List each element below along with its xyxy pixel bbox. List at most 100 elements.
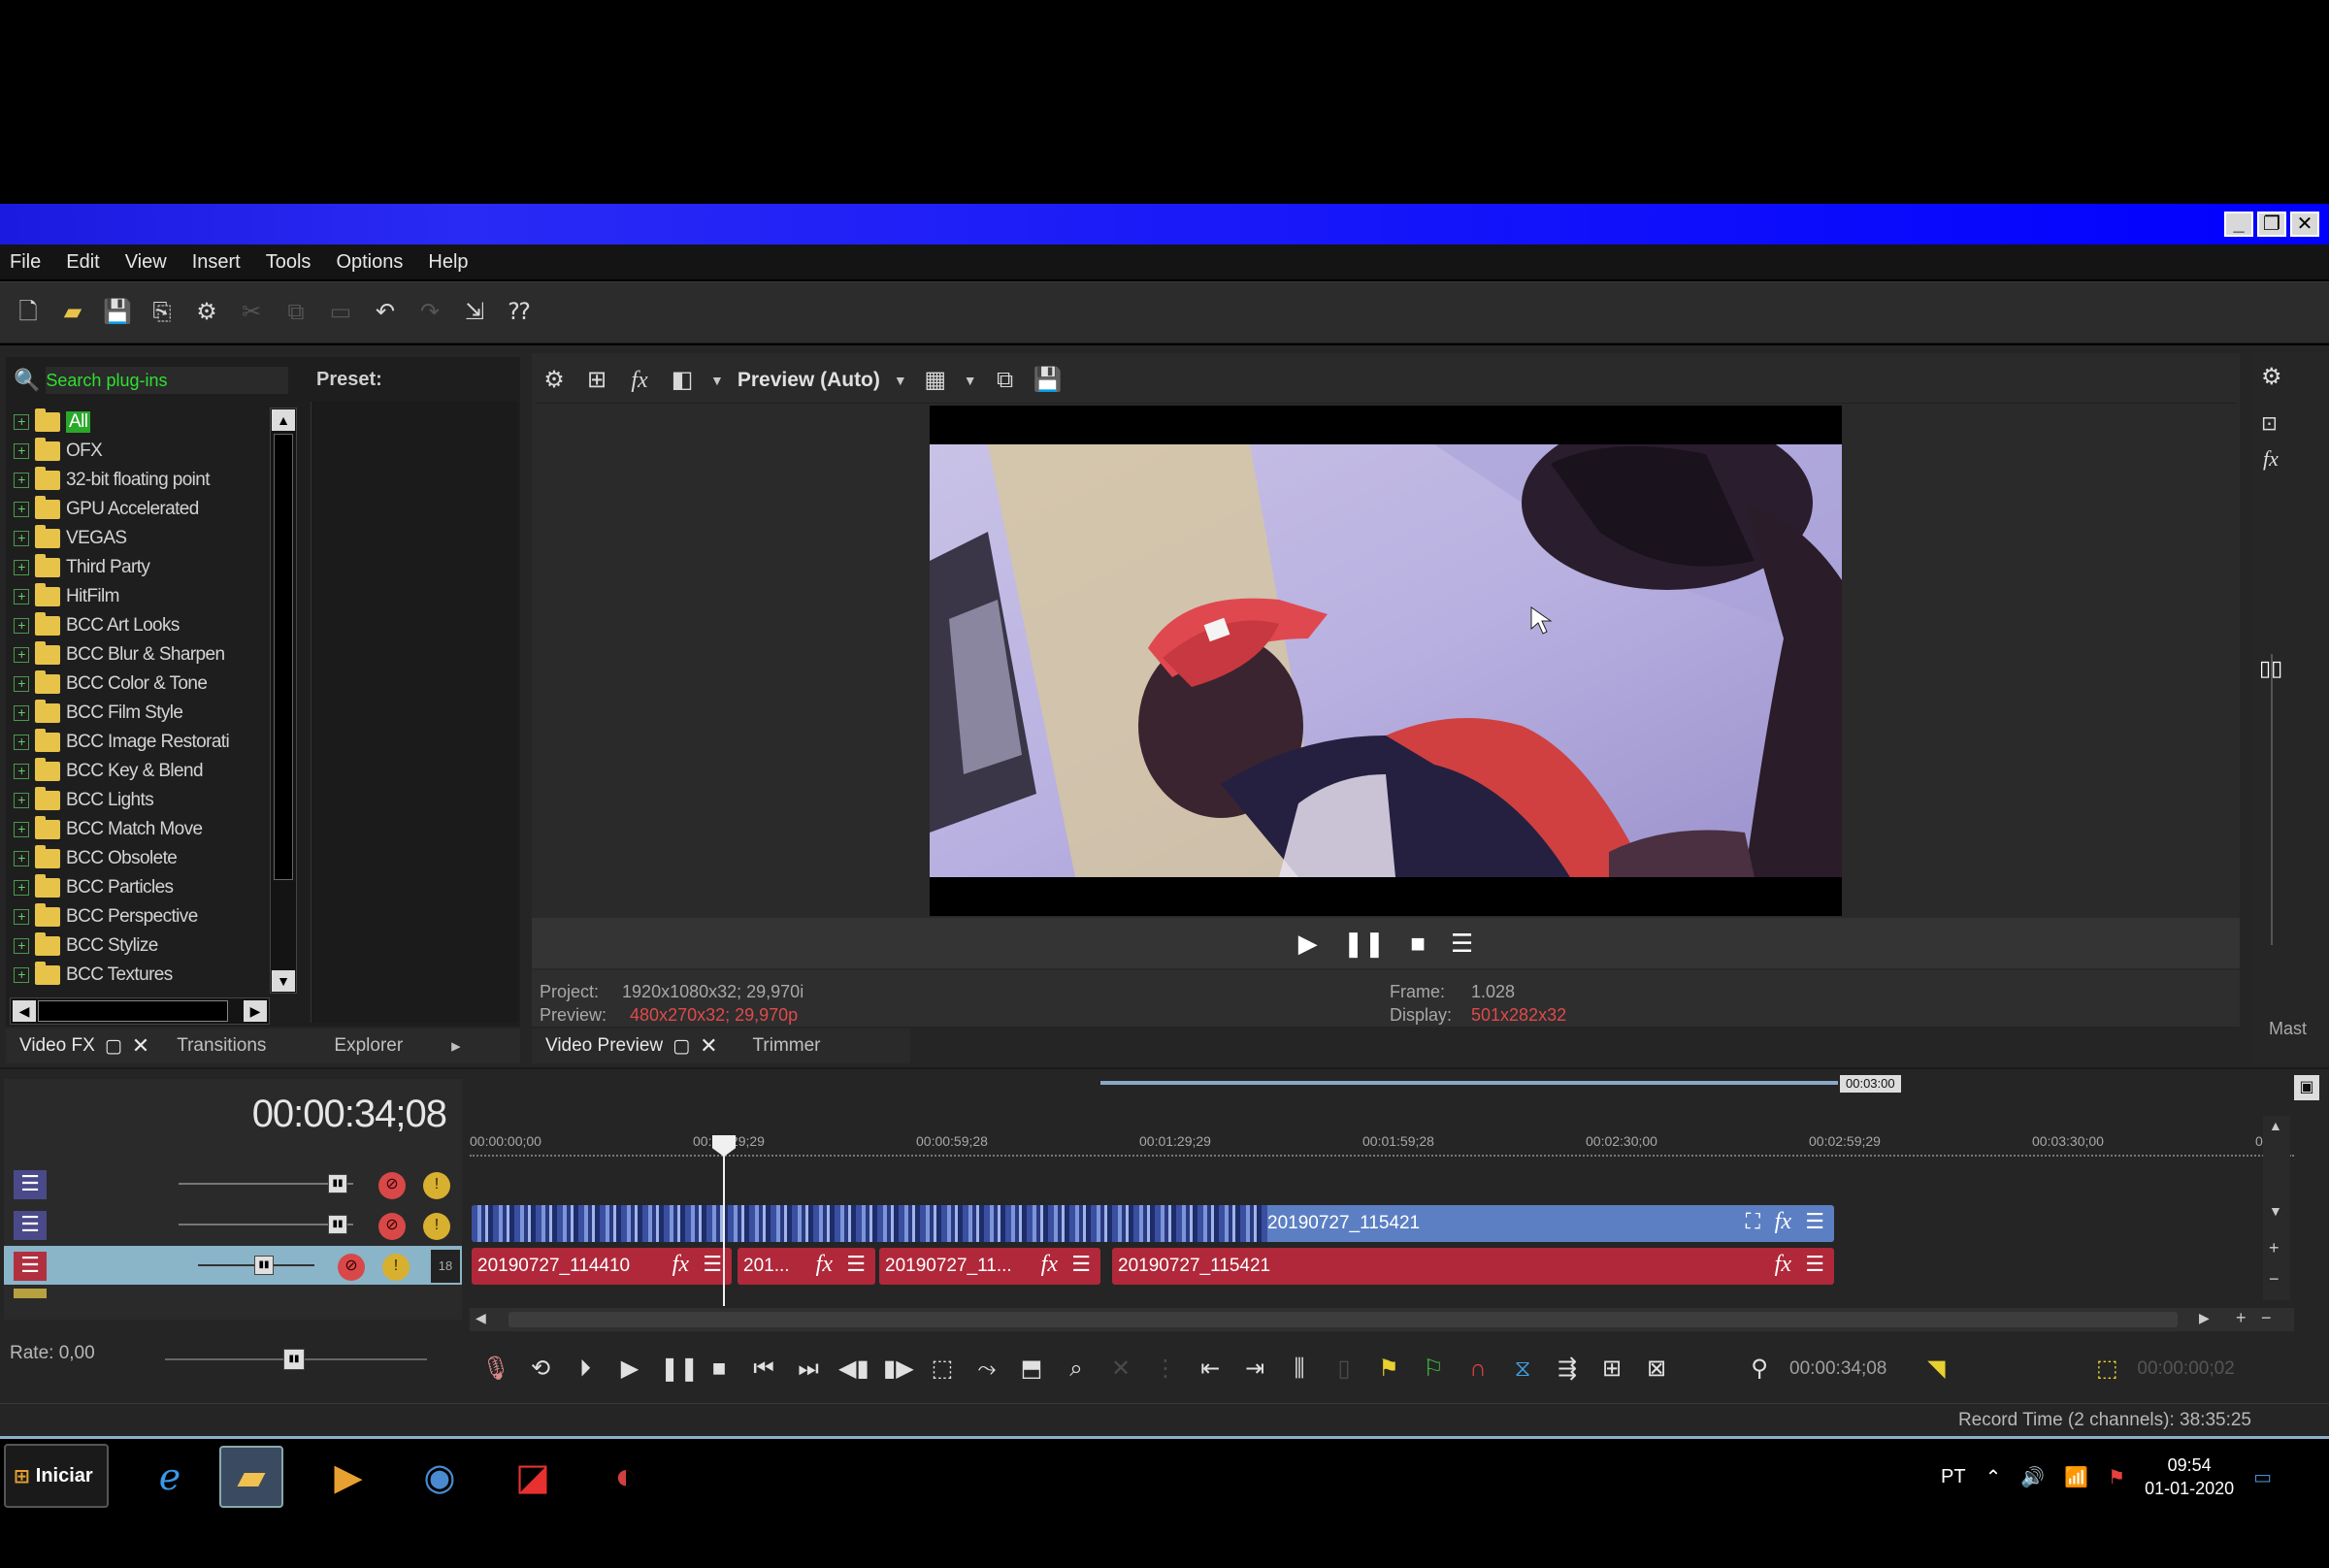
tab-trimmer[interactable]: Trimmer xyxy=(753,1035,821,1057)
plugin-folder-item[interactable]: + BCC Color & Tone xyxy=(14,670,268,699)
expand-icon[interactable]: + xyxy=(14,618,29,634)
scroll-thumb[interactable] xyxy=(274,434,293,880)
master-fx-icon[interactable]: fx xyxy=(2263,446,2279,472)
pdf-reader-icon[interactable]: ◪ xyxy=(501,1446,565,1508)
lock-icon[interactable]: ▯ xyxy=(1329,1355,1359,1384)
video-fx-icon[interactable]: fx xyxy=(625,366,654,395)
expand-icon[interactable]: + xyxy=(14,793,29,808)
go-to-end-icon[interactable]: ⏭ xyxy=(794,1355,823,1384)
pause-icon[interactable]: ❚❚ xyxy=(660,1355,699,1384)
copy-icon[interactable]: ⧉ xyxy=(281,298,311,327)
pause-icon[interactable]: ❚❚ xyxy=(1343,929,1386,959)
selection-tool-icon[interactable]: ⬒ xyxy=(1017,1355,1046,1384)
tab-video-fx[interactable]: Video FX ▢ ✕ xyxy=(19,1033,149,1059)
expand-icon[interactable]: + xyxy=(14,414,29,430)
cut-icon[interactable]: ✂ xyxy=(237,298,266,327)
language-indicator[interactable]: PT xyxy=(1941,1466,1966,1488)
volume-icon[interactable]: 🔊 xyxy=(2020,1465,2045,1489)
restore-button[interactable]: ❐ xyxy=(2257,212,2286,237)
scroll-up-icon[interactable]: ▲ xyxy=(272,409,295,431)
mute-icon[interactable]: ⊘ xyxy=(338,1254,365,1281)
time-ruler[interactable]: 00:00:00;00 00:00:29;29 00:00:59;28 00:0… xyxy=(470,1116,2294,1162)
plugin-folder-item[interactable]: + BCC Particles xyxy=(14,873,268,902)
menu-edit[interactable]: Edit xyxy=(66,251,99,274)
previous-frame-icon[interactable]: ◀▮ xyxy=(838,1355,869,1384)
audio-clip[interactable]: 201... fx ☰ xyxy=(738,1248,875,1285)
clip-fx-icon[interactable]: fx xyxy=(672,1252,689,1278)
webcam-app-icon[interactable]: ◉ xyxy=(408,1446,472,1508)
file-explorer-icon[interactable]: ▰ xyxy=(219,1446,283,1508)
menu-tools[interactable]: Tools xyxy=(266,251,312,274)
slider-knob[interactable]: ▮▮ xyxy=(328,1174,347,1193)
plugin-tree-vscroll[interactable]: ▲ ▼ xyxy=(270,408,297,994)
plugin-folder-item[interactable]: + BCC Image Restorati xyxy=(14,728,268,757)
undo-icon[interactable]: ↶ xyxy=(371,298,400,327)
redo-icon[interactable]: ↷ xyxy=(415,298,444,327)
menu-options[interactable]: Options xyxy=(336,251,403,274)
record-icon[interactable]: 🎙 xyxy=(481,1355,510,1384)
split-dropdown-icon[interactable]: ▼ xyxy=(710,373,724,388)
scroll-thumb[interactable] xyxy=(508,1312,2178,1327)
audio-clip[interactable]: 20190727_115421 fx ☰ xyxy=(1112,1248,1834,1285)
scroll-down-icon[interactable]: ▼ xyxy=(2269,1203,2282,1219)
plugin-folder-item[interactable]: + BCC Key & Blend xyxy=(14,757,268,786)
minimize-button[interactable]: _ xyxy=(2224,212,2253,237)
plugin-folder-item[interactable]: + BCC Match Move xyxy=(14,815,268,844)
plugin-folder-item[interactable]: + BCC Stylize xyxy=(14,931,268,961)
plugin-tree-hscroll[interactable]: ◀ ▶ xyxy=(10,997,270,1025)
zoom-tool-icon[interactable]: ⌕ xyxy=(1062,1355,1091,1384)
scroll-up-icon[interactable]: ▲ xyxy=(2269,1118,2282,1133)
loop-end-marker[interactable]: 00:03:00 xyxy=(1840,1075,1901,1093)
expand-icon[interactable]: + xyxy=(14,676,29,692)
expand-icon[interactable]: + xyxy=(14,647,29,663)
plugin-folder-item[interactable]: + BCC Blur & Sharpen xyxy=(14,640,268,670)
mute-icon[interactable]: ⊘ xyxy=(378,1213,406,1240)
network-icon[interactable]: 📶 xyxy=(2064,1465,2088,1489)
snapping-magnet-icon[interactable]: ∩ xyxy=(1463,1355,1493,1384)
enable-snapping-icon[interactable]: ⇲ xyxy=(460,298,489,327)
auto-crossfade-icon[interactable]: ⧖ xyxy=(1508,1355,1537,1384)
solo-icon[interactable]: ! xyxy=(382,1254,410,1281)
clip-fx-icon[interactable]: fx xyxy=(816,1252,833,1278)
plugin-folder-item[interactable]: + BCC Art Looks xyxy=(14,611,268,640)
scroll-left-icon[interactable]: ◀ xyxy=(13,1000,36,1022)
undock-icon[interactable]: ▢ xyxy=(105,1035,122,1058)
plugin-folder-item[interactable]: + VEGAS xyxy=(14,524,268,553)
expand-icon[interactable]: + xyxy=(14,764,29,779)
split-screen-icon[interactable]: ◧ xyxy=(668,366,697,395)
lock-envelopes-icon[interactable]: ⊞ xyxy=(1597,1355,1626,1384)
overlays-dropdown-icon[interactable]: ▼ xyxy=(964,373,977,388)
clip-fx-icon[interactable]: fx xyxy=(1775,1209,1791,1235)
zoom-out-icon[interactable]: − xyxy=(2261,1308,2272,1328)
expand-icon[interactable]: + xyxy=(14,531,29,546)
timeline-hscroll[interactable]: ◀ ▶ + − xyxy=(470,1308,2294,1331)
mute-icon[interactable]: ⊘ xyxy=(378,1172,406,1199)
new-file-icon[interactable]: 🗋 xyxy=(14,298,43,327)
show-desktop-icon[interactable]: ▭ xyxy=(2253,1465,2272,1489)
insert-region-icon[interactable]: ⚐ xyxy=(1419,1355,1448,1384)
expand-icon[interactable]: + xyxy=(14,822,29,837)
menu-help[interactable]: Help xyxy=(428,251,468,274)
plugin-folder-item[interactable]: + Third Party xyxy=(14,553,268,582)
clip-menu-icon[interactable]: ☰ xyxy=(846,1252,866,1277)
quality-dropdown-icon[interactable]: ▼ xyxy=(894,373,907,388)
clip-menu-icon[interactable]: ☰ xyxy=(1805,1209,1824,1234)
internet-explorer-icon[interactable]: ℯ xyxy=(138,1446,202,1508)
expand-icon[interactable]: + xyxy=(14,735,29,750)
paste-icon[interactable]: ▭ xyxy=(326,298,355,327)
menu-insert[interactable]: Insert xyxy=(192,251,241,274)
auto-ripple-icon[interactable]: ⇶ xyxy=(1553,1355,1582,1384)
expand-icon[interactable]: + xyxy=(14,880,29,896)
pan-crop-icon[interactable]: ⛶ xyxy=(1746,1209,1760,1234)
scroll-right-icon[interactable]: ▶ xyxy=(244,1000,267,1022)
next-frame-icon[interactable]: ▮▶ xyxy=(883,1355,914,1384)
loop-region-bar[interactable] xyxy=(1100,1081,1838,1085)
clip-menu-icon[interactable]: ☰ xyxy=(703,1252,722,1277)
close-icon[interactable]: ✕ xyxy=(132,1033,149,1059)
envelope-tool-icon[interactable]: ⤳ xyxy=(972,1355,1001,1384)
zoom-in-icon[interactable]: + xyxy=(2236,1308,2247,1328)
solo-icon[interactable]: ! xyxy=(423,1213,450,1240)
menu-view[interactable]: View xyxy=(125,251,167,274)
expand-icon[interactable]: + xyxy=(14,560,29,575)
loop-playback-icon[interactable]: ⟲ xyxy=(526,1355,555,1384)
